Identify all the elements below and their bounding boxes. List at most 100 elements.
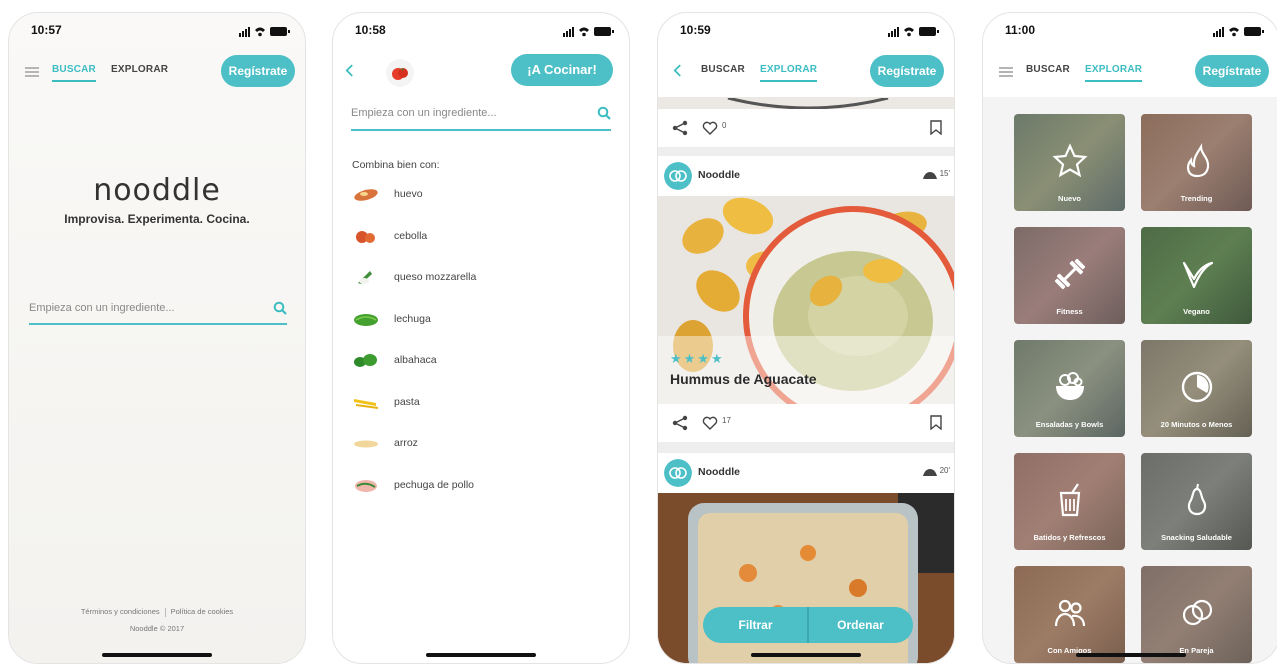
nooddle-avatar-icon (664, 162, 692, 190)
app-logo: nooddle (93, 173, 221, 208)
status-bar: 10:57 (31, 23, 291, 39)
ingredient-label: pechuga de pollo (394, 478, 474, 491)
dumbbell-icon (1054, 258, 1085, 290)
mozzarella-icon (358, 271, 372, 284)
register-button[interactable]: Regístrate (870, 55, 944, 87)
tab-explorar[interactable]: EXPLORAR (760, 64, 818, 82)
salad-bowl-icon (1055, 372, 1084, 400)
category-label: Vegano (1183, 307, 1210, 316)
author-name[interactable]: Nooddle (698, 169, 740, 181)
signal-wifi-battery-icon (563, 27, 614, 37)
status-time: 10:58 (355, 23, 386, 37)
ingredient-label: huevo (394, 188, 423, 200)
rice-icon (354, 440, 378, 448)
tab-buscar[interactable]: BUSCAR (1026, 64, 1070, 75)
bookmark-icon[interactable] (930, 415, 942, 430)
copyright-text: Nooddle © 2017 (129, 624, 185, 633)
category-tile-ensaladas[interactable]: Ensaladas y Bowls (1014, 340, 1125, 437)
signal-wifi-battery-icon (888, 27, 939, 37)
search-placeholder[interactable]: Empieza con un ingrediente... (351, 107, 497, 119)
home-indicator (426, 653, 536, 657)
screen-home: 10:57 BUSCAR EXPLORAR Regístrate nooddle… (8, 12, 306, 664)
category-tile-vegano[interactable]: Vegano (1141, 227, 1252, 324)
back-chevron-icon[interactable] (345, 64, 354, 77)
tab-buscar[interactable]: BUSCAR (701, 64, 745, 75)
ingredient-label: cebolla (394, 229, 428, 242)
friends-icon (1054, 599, 1085, 627)
category-tile-nuevo[interactable]: Nuevo (1014, 114, 1125, 211)
heart-icon[interactable] (702, 416, 718, 430)
search-icon[interactable] (597, 106, 611, 120)
lettuce-icon (354, 313, 378, 326)
search-icon[interactable] (273, 301, 287, 315)
basil-icon (354, 354, 377, 367)
category-label: 20 Minutos o Menos (1160, 420, 1233, 429)
pairs-title: Combina bien con: (352, 159, 440, 171)
tab-buscar[interactable]: BUSCAR (52, 64, 96, 82)
share-icon[interactable] (672, 120, 688, 136)
search-placeholder[interactable]: Empieza con un ingrediente... (29, 302, 175, 314)
ingredient-label: lechuga (394, 312, 431, 325)
menu-icon[interactable] (999, 67, 1013, 77)
star-icon (1051, 143, 1088, 178)
category-tile-con-amigos[interactable]: Con Amigos (1014, 566, 1125, 663)
like-count: 0 (722, 121, 727, 130)
ingredient-label: albahaca (394, 354, 437, 366)
tomato-icon (386, 59, 414, 87)
like-count: 17 (722, 416, 731, 425)
leaf-icon (1182, 261, 1213, 289)
pear-icon (1187, 483, 1206, 516)
ingredient-label: pasta (394, 395, 420, 408)
clock-icon (1181, 371, 1212, 403)
difficulty-hat-icon (923, 469, 937, 476)
category-tile-en-pareja[interactable]: En Pareja (1141, 566, 1252, 663)
filter-button[interactable]: Filtrar (703, 607, 808, 643)
recipe-title[interactable]: Hummus de Aguacate (670, 371, 817, 387)
chicken-breast-icon (355, 479, 377, 492)
cook-button[interactable]: ¡A Cocinar! (511, 54, 613, 86)
category-label: Snacking Saludable (1161, 533, 1232, 542)
terms-link[interactable]: Términos y condiciones (81, 607, 160, 616)
ingredient-search-field[interactable] (29, 323, 287, 325)
share-icon[interactable] (672, 415, 688, 431)
screen-explore-categories: 11:00 BUSCAR EXPLORAR Regístrate Nuevo T… (982, 12, 1277, 664)
author-name[interactable]: Nooddle (698, 466, 740, 478)
sort-button[interactable]: Ordenar (808, 607, 913, 643)
register-button[interactable]: Regístrate (1195, 55, 1269, 87)
status-bar: 11:00 (1005, 23, 1265, 39)
difficulty-hat-icon (923, 172, 937, 179)
category-tile-20-minutos[interactable]: 20 Minutos o Menos (1141, 340, 1252, 437)
ingredient-search-field[interactable] (351, 129, 611, 131)
tab-explorar[interactable]: EXPLORAR (1085, 64, 1143, 82)
category-label: Ensaladas y Bowls (1035, 420, 1104, 429)
category-tile-batidos[interactable]: Batidos y Refrescos (1014, 453, 1125, 550)
category-label: Nuevo (1058, 194, 1081, 203)
divider (164, 607, 166, 617)
cookies-link[interactable]: Política de cookies (171, 607, 234, 616)
recipe-author-row: Nooddle 15' (658, 156, 954, 196)
menu-icon[interactable] (25, 67, 39, 77)
rings-icon (1182, 599, 1212, 626)
category-label: Trending (1180, 194, 1213, 203)
back-chevron-icon[interactable] (673, 64, 682, 77)
nooddle-avatar-icon (664, 459, 692, 487)
signal-wifi-battery-icon (239, 27, 290, 37)
status-time: 10:59 (680, 23, 711, 37)
status-bar: 10:58 (355, 23, 615, 39)
status-time: 10:57 (31, 23, 62, 37)
category-tile-fitness[interactable]: Fitness (1014, 227, 1125, 324)
status-time: 11:00 (1005, 23, 1036, 37)
filter-sort-bar: Filtrar Ordenar (703, 607, 913, 643)
rating-stars: ★★★★ (670, 351, 725, 366)
category-tile-snacking[interactable]: Snacking Saludable (1141, 453, 1252, 550)
heart-icon[interactable] (702, 121, 718, 135)
onion-icon (356, 230, 375, 243)
bookmark-icon[interactable] (930, 120, 942, 135)
smoothie-icon (1059, 483, 1080, 517)
category-tile-trending[interactable]: Trending (1141, 114, 1252, 211)
pasta-icon (354, 398, 378, 409)
recipe-photo[interactable]: ★★★★ Hummus de Aguacate (658, 196, 954, 404)
register-button[interactable]: Regístrate (221, 55, 295, 87)
recipe-photo[interactable] (658, 97, 954, 109)
tab-explorar[interactable]: EXPLORAR (111, 64, 168, 75)
